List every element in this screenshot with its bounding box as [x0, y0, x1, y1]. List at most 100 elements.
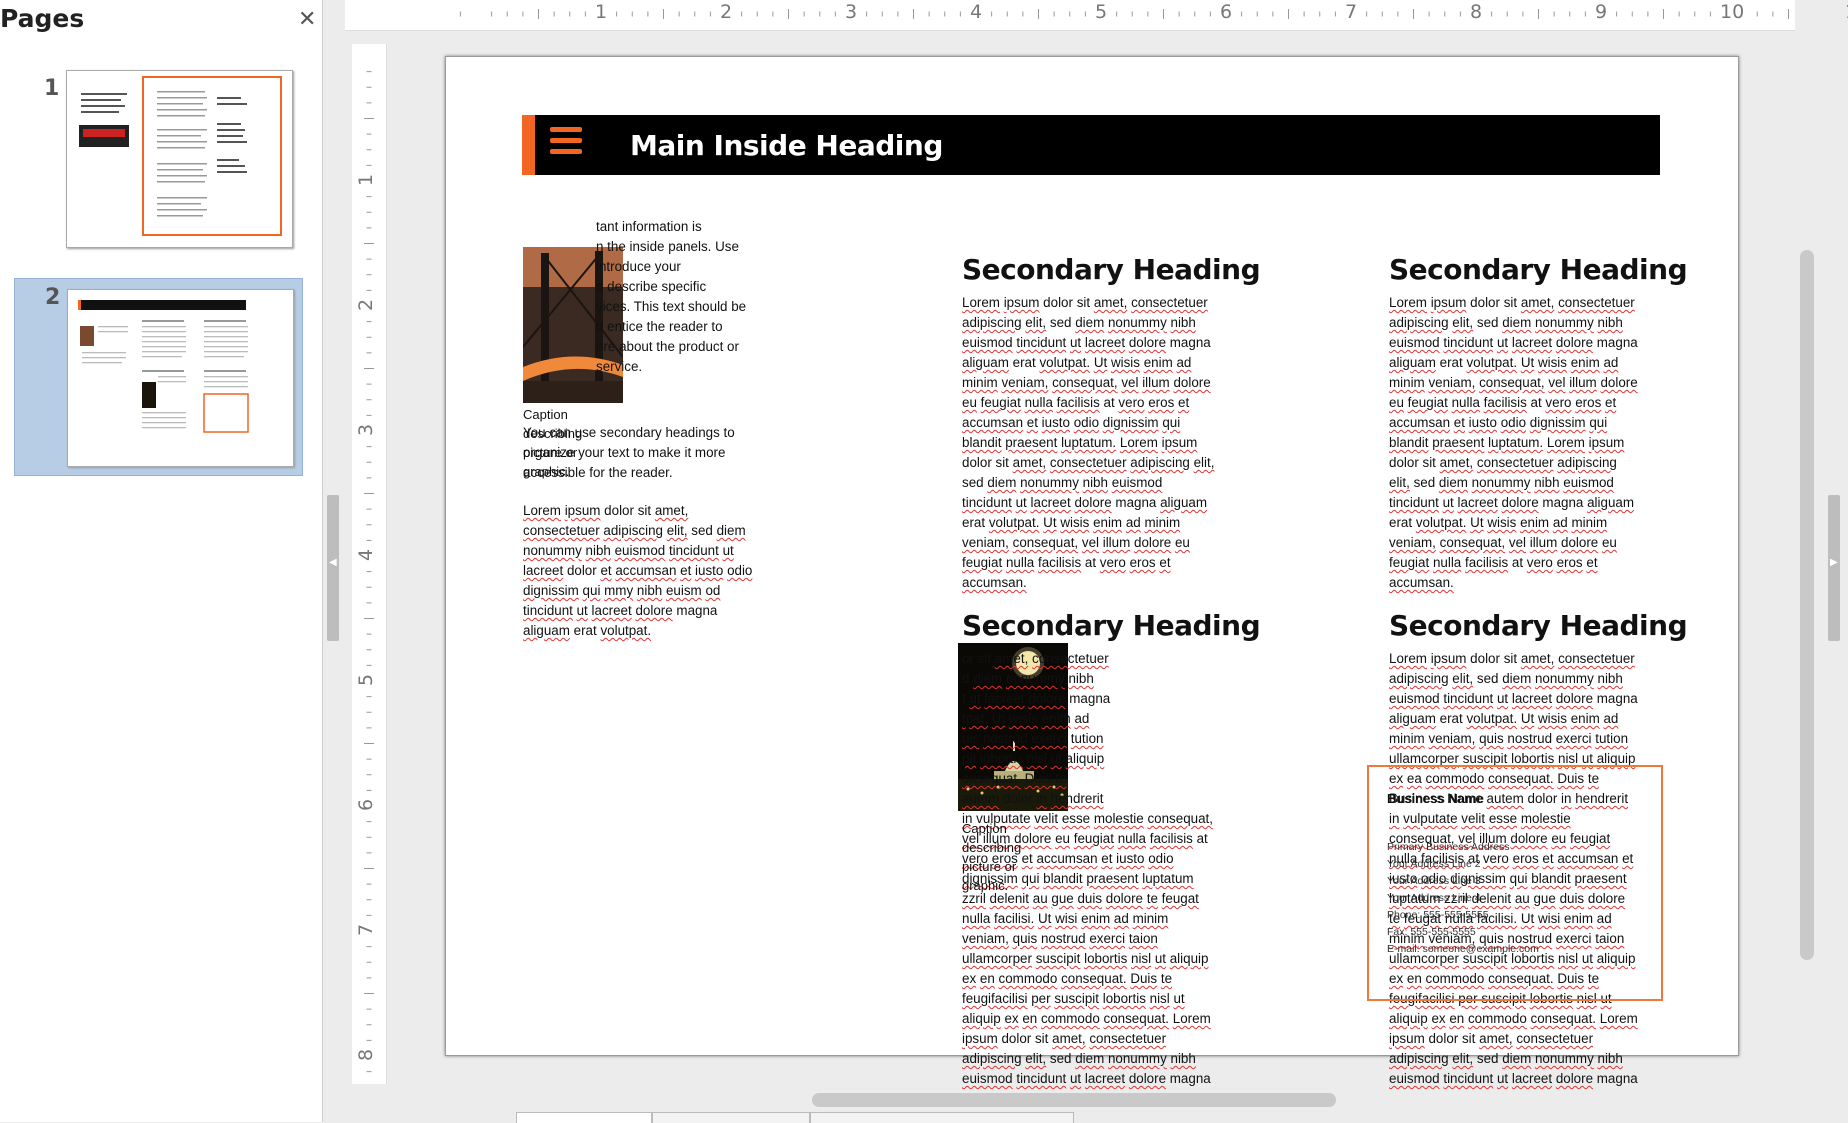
text-line: minim veniam, consequat, vel illum dolor…: [1389, 375, 1638, 390]
horizontal-ruler[interactable]: 1234567891011: [345, 0, 1848, 31]
text-line: dolor sit amet, consectetuer adipiscing: [1389, 455, 1617, 470]
text-line: organize your text to make it more: [523, 445, 726, 460]
text-line: erat volutpat. Ut wisis enim ad minim: [1389, 515, 1608, 530]
secondary-heading-col2[interactable]: Secondary Heading: [962, 253, 1261, 286]
text-line: adipiscing elit, sed diem nonummy nibh: [1389, 1051, 1623, 1066]
text-line: blandit praesent luptatum. Lorem ipsum: [1389, 435, 1625, 450]
collapse-sidebar-handle[interactable]: ▶: [1828, 495, 1840, 641]
page-thumbnail-image: [66, 70, 293, 248]
ruler-number: 4: [970, 1, 983, 23]
text-line: picture or: [962, 859, 1017, 874]
ruler-number: 7: [1345, 1, 1358, 23]
text-line: euismod tincidunt ut lacreet dolore magn…: [1389, 691, 1638, 706]
business-contact-lines: Primary Business Address Your Address Lin…: [1387, 839, 1539, 958]
sheet-tab-1[interactable]: [516, 1112, 652, 1123]
page-thumbnail-2-selected[interactable]: 2: [14, 278, 303, 476]
text-line: aliquip ex en commodo consequat. Lorem: [962, 1011, 1211, 1026]
text-line: vices. This text should be: [596, 299, 747, 314]
text-line: adipiscing elit, sed diem nonummy nibh: [1389, 315, 1623, 330]
sheet-tab-2[interactable]: [652, 1112, 810, 1123]
ruler-number: 1: [595, 1, 608, 23]
document-page[interactable]: Main Inside Heading tant information is n…: [445, 56, 1739, 1086]
main-heading[interactable]: Main Inside Heading: [630, 129, 943, 162]
page-thumbnail-1[interactable]: 1: [14, 70, 301, 260]
text-line: d diem nonummy nibh: [962, 671, 1094, 686]
text-line: eu feugiat nulla facilisis at vero eros …: [1389, 395, 1617, 410]
vertical-scrollbar[interactable]: [1800, 250, 1814, 960]
text-line: euismod tincidunt ut lacreet dolore magn…: [962, 335, 1211, 350]
text-line: t ut lacreet dolore magna: [962, 691, 1111, 706]
text-line: introduce your: [596, 259, 681, 274]
pages-panel: Pages ✕ 1 2: [0, 0, 323, 1122]
ruler-number: 2: [355, 298, 378, 312]
collapse-pages-panel-handle[interactable]: ◀: [327, 495, 339, 641]
secondary-heading-col3[interactable]: Secondary Heading: [1389, 253, 1688, 286]
left-body-text[interactable]: Lorem ipsum dolor sit amet, consectetuer …: [523, 501, 783, 641]
text-line: ipsum dolor sit amet, consectetuer: [1389, 1031, 1594, 1046]
text-line: eu feugiat nulla facilisis at vero eros …: [962, 395, 1190, 410]
text-line: Lorem ipsum dolor sit amet, consectetuer: [962, 295, 1208, 310]
col3-body-text[interactable]: Lorem ipsum dolor sit amet, consectetuer…: [1389, 293, 1679, 593]
business-name: Business Name: [1387, 791, 1484, 806]
vertical-ruler[interactable]: 1 2 3 4 5 6 7 8: [352, 44, 387, 1084]
sheet-tab-3[interactable]: [810, 1112, 1074, 1123]
pages-panel-title: Pages: [0, 4, 85, 33]
text-line: pit lobortis nisl ut aliquip: [962, 751, 1105, 766]
text-line: lacreet dolor et accumsan et iusto odio: [523, 563, 753, 578]
text-line: Phone: 555-555-5555: [1387, 909, 1489, 921]
text-line: veniam, quis nostrud exerci taion: [962, 931, 1158, 946]
close-icon[interactable]: ✕: [298, 6, 316, 32]
page-thumbnail-image: [67, 289, 294, 467]
text-line: erat volutpat. Ut wisis enim ad minim: [962, 515, 1181, 530]
text-line: Caption: [523, 407, 568, 422]
text-line: ore about the product or: [596, 339, 739, 354]
page-number: 1: [44, 76, 60, 101]
text-line: tpat. Ut wisis enim ad: [962, 711, 1090, 726]
text-line: uis nostrud exerci tution: [962, 731, 1104, 746]
text-line: n the inside panels. Use: [596, 239, 739, 254]
ruler-number: 5: [355, 673, 378, 687]
text-line: ipsum dolor sit amet, consectetuer: [962, 1031, 1167, 1046]
chevron-right-icon: ▶: [1830, 557, 1838, 568]
thumbnail-preview-1: [79, 76, 282, 236]
text-line: graphic.: [962, 878, 1009, 893]
text-line: Lorem ipsum dolor sit amet,: [523, 503, 689, 518]
ruler-number: 4: [355, 548, 378, 562]
horizontal-scrollbar[interactable]: [812, 1093, 1336, 1107]
text-line: accumsan et iusto odio dignissim qui: [962, 415, 1181, 430]
business-info-box[interactable]: Business Name Primary Business Address Yo…: [1367, 765, 1663, 1001]
ruler-number: 6: [355, 798, 378, 812]
text-line: aliguam erat volutpat. Ut wisis enim ad: [1389, 711, 1619, 726]
text-line: minim veniam, consequat, vel illum dolor…: [962, 375, 1211, 390]
text-line: consectetuer adipiscing elit, sed diem: [523, 523, 746, 538]
text-line: aliguam erat volutpat.: [523, 623, 652, 638]
text-line: veniam, consequat, vel illum dolore eu: [962, 535, 1190, 550]
col2-body-text[interactable]: Lorem ipsum dolor sit amet, consectetuer…: [962, 293, 1252, 593]
text-line: euismod tincidunt ut lacreet dolore magn…: [1389, 1071, 1638, 1086]
ruler-number: 2: [720, 1, 733, 23]
ruler-number: 3: [845, 1, 858, 23]
ruler-number: 7: [355, 923, 378, 937]
chevron-left-icon: ◀: [329, 557, 337, 568]
caption-capitol-photo[interactable]: Caption describing picture or graphic.: [962, 819, 1042, 895]
ruler-number: 9: [1595, 1, 1608, 23]
secondary-heading-col2-bottom[interactable]: Secondary Heading: [962, 609, 1261, 642]
ruler-number: 8: [355, 1048, 378, 1062]
thumbnail-preview-2: [78, 300, 249, 433]
text-line: d entice the reader to: [596, 319, 723, 334]
menu-icon: [550, 127, 582, 159]
text-line: d describe specific: [596, 279, 707, 294]
text-line: elit, sed diem nonummy nibh euismod: [1389, 475, 1614, 490]
secondary-heading-col3-bottom[interactable]: Secondary Heading: [1389, 609, 1688, 642]
ruler-number: 1: [355, 173, 378, 187]
secondary-heading-tip-text[interactable]: You can use secondary headings to organiz…: [523, 423, 763, 483]
text-line: feugifacilisi per suscipit lobortis nisl…: [962, 991, 1185, 1006]
text-line: Your Address Line 3: [1387, 875, 1481, 887]
text-line: tincidunt ut lacreet dolore magna: [523, 603, 718, 618]
text-line: Caption: [962, 821, 1007, 836]
text-line: tant information is: [596, 219, 702, 234]
intro-text[interactable]: tant information is n the inside panels. …: [596, 217, 766, 377]
text-line: autem dolor in hendrerit: [962, 791, 1104, 806]
ruler-number: 3: [355, 423, 378, 437]
text-line: Primary Business Address: [1387, 841, 1510, 853]
